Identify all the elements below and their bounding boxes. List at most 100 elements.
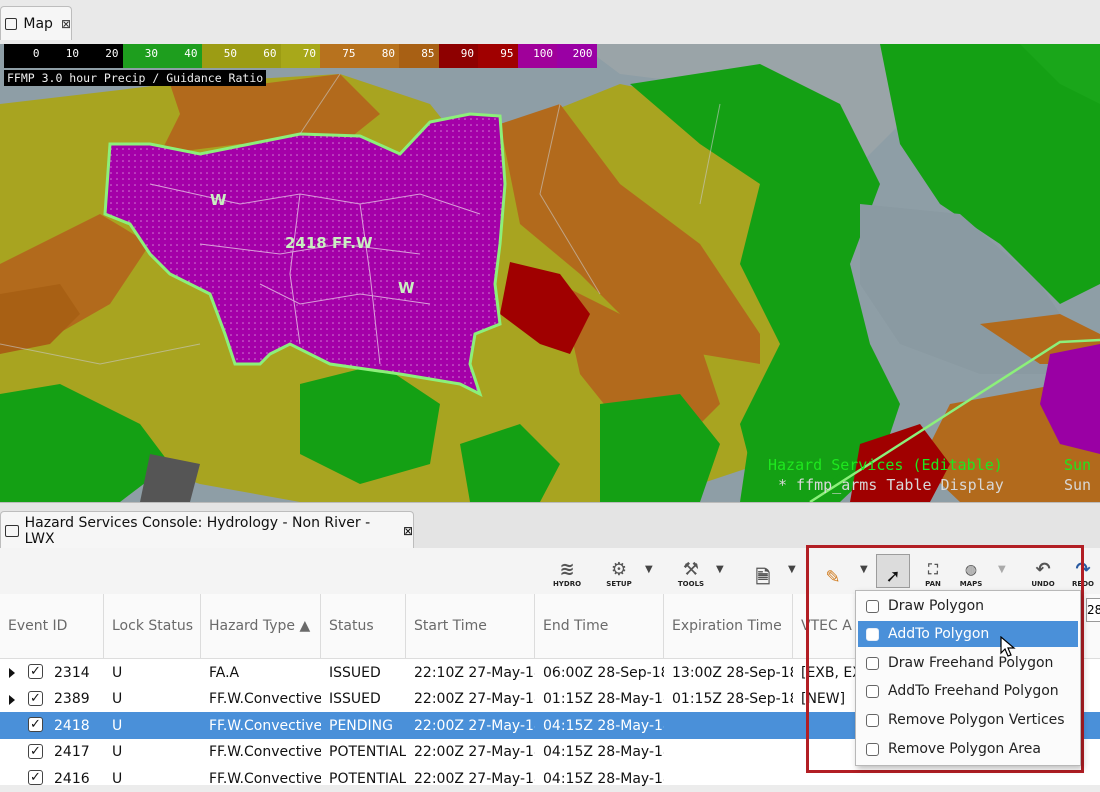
sun-legend-1: Sun <box>1064 456 1092 474</box>
legend-swatch: 85 <box>399 44 439 68</box>
tools-label: TOOLS <box>677 580 705 588</box>
hydro-label: HYDRO <box>552 580 582 588</box>
expand-row-icon[interactable] <box>9 694 15 705</box>
legend-value: 80 <box>381 47 395 60</box>
menu-item-addto-freehand-polygon[interactable]: AddTo Freehand Polygon <box>858 678 1078 704</box>
legend-value: 200 <box>572 47 593 60</box>
map-tab[interactable]: Map ⊠ <box>0 6 72 40</box>
legend-value: 50 <box>223 47 237 60</box>
cell-id: 2417 <box>54 744 90 760</box>
legend-swatch: 20 <box>83 44 123 68</box>
warning-marker-1: W <box>210 191 227 209</box>
console-tab[interactable]: Hazard Services Console: Hydrology - Non… <box>0 511 414 549</box>
map-tab-label: Map <box>23 15 53 32</box>
cell-lock: U <box>112 691 123 707</box>
cell-start: 22:00Z 27-May-18 <box>414 744 535 760</box>
legend-swatch: 90 <box>438 44 478 68</box>
checkbox[interactable] <box>866 742 879 756</box>
cell-end: 06:00Z 28-Sep-18 <box>543 664 664 681</box>
setup-label: SETUP <box>606 580 632 588</box>
mouse-cursor-icon <box>1000 636 1016 657</box>
legend-value: 90 <box>460 47 474 60</box>
legend-value: 20 <box>105 47 119 60</box>
legend-swatch: 30 <box>122 44 162 68</box>
menu-item-label: Draw Polygon <box>888 598 985 614</box>
document-button[interactable]: 🗎 <box>750 554 776 588</box>
column-header-lock-status[interactable]: Lock Status <box>104 594 201 658</box>
checkbox[interactable] <box>866 713 879 727</box>
menu-item-remove-polygon-vertices[interactable]: Remove Polygon Vertices <box>858 707 1078 733</box>
console-tab-bar: Hazard Services Console: Hydrology - Non… <box>0 502 1100 549</box>
legend-value: 100 <box>533 47 553 60</box>
cell-id: 2416 <box>54 770 90 787</box>
menu-item-addto-polygon[interactable]: AddTo Polygon <box>858 621 1078 647</box>
menu-item-label: Draw Freehand Polygon <box>888 655 1054 671</box>
document-dropdown-icon[interactable]: ▼ <box>788 564 796 575</box>
cell-exp: 13:00Z 28-Sep-18 <box>672 664 793 681</box>
row-checkbox[interactable]: ✓ <box>28 664 43 679</box>
hydro-button[interactable]: ≋ HYDRO <box>552 554 582 589</box>
legend-value: 95 <box>500 47 514 60</box>
cell-lock: U <box>112 770 123 787</box>
cell-exp: 01:15Z 28-Sep-18 <box>672 691 793 707</box>
checkbox[interactable] <box>866 684 879 698</box>
row-checkbox[interactable]: ✓ <box>28 690 43 706</box>
document-icon: 🗎 <box>755 567 771 588</box>
row-checkbox[interactable]: ✓ <box>28 770 43 785</box>
checkbox[interactable] <box>866 599 879 613</box>
sun-legend-2: Sun <box>1064 476 1092 494</box>
legend-swatch: 100 <box>517 44 557 68</box>
cell-status: PENDING <box>329 717 393 734</box>
column-header-status[interactable]: Status <box>321 594 406 658</box>
cell-end: 01:15Z 28-May-18 <box>543 691 664 707</box>
tools-dropdown-icon[interactable]: ▼ <box>716 564 724 575</box>
checkbox[interactable] <box>866 627 879 641</box>
row-checkbox[interactable]: ✓ <box>28 717 43 732</box>
column-header-expiration-time[interactable]: Expiration Time <box>664 594 793 658</box>
gear-icon: ⚙ <box>610 559 628 580</box>
map-view[interactable]: 0 10 20 30 40 50 60 70 75 80 85 90 95 100 200 FFMP 3.0… <box>0 44 1100 502</box>
legend-swatch: 75 <box>320 44 360 68</box>
cell-type: FF.W.Convective <box>209 770 321 787</box>
basin-map[interactable] <box>0 44 1100 502</box>
cell-id: 2389 <box>54 691 90 707</box>
cell-exp <box>664 739 793 766</box>
column-header-end-time[interactable]: End Time <box>535 594 664 658</box>
cell-status: ISSUED <box>329 691 381 707</box>
cell-type: FF.W.Convective <box>209 691 321 707</box>
menu-item-draw-freehand-polygon[interactable]: Draw Freehand Polygon <box>858 650 1078 676</box>
legend-value: 0 <box>32 47 40 60</box>
tools-button[interactable]: ⚒ TOOLS <box>676 554 706 589</box>
column-header-start-time[interactable]: Start Time <box>406 594 535 658</box>
time-field[interactable]: 28 <box>1086 598 1100 622</box>
cell-type: FA.A <box>209 664 240 681</box>
ffmp-table-legend: * ffmp_arms Table Display <box>778 476 1004 494</box>
cell-lock: U <box>112 744 123 760</box>
setup-dropdown-icon[interactable]: ▼ <box>645 564 653 575</box>
menu-item-remove-polygon-area[interactable]: Remove Polygon Area <box>858 736 1078 762</box>
column-header-hazard-type[interactable]: Hazard Type ▲ <box>201 594 321 658</box>
cell-id: 2418 <box>54 717 90 734</box>
menu-item-label: AddTo Freehand Polygon <box>888 683 1059 699</box>
setup-button[interactable]: ⚙ SETUP <box>604 554 634 589</box>
cell-status: ISSUED <box>329 664 381 681</box>
close-icon[interactable]: ⊠ <box>61 17 71 31</box>
menu-item-draw-polygon[interactable]: Draw Polygon <box>858 593 1078 619</box>
legend-swatch: 80 <box>359 44 399 68</box>
draw-polygon-menu: Draw Polygon AddTo Polygon Draw Freehand… <box>855 590 1081 766</box>
column-header-event-id[interactable]: Event ID <box>0 594 104 658</box>
console-tab-label: Hazard Services Console: Hydrology - Non… <box>24 514 371 547</box>
hydro-icon: ≋ <box>559 559 575 580</box>
legend-value: 40 <box>184 47 198 60</box>
checkbox[interactable] <box>866 656 879 670</box>
close-icon[interactable]: ⊠ <box>403 524 413 538</box>
expand-row-icon[interactable] <box>9 668 15 678</box>
legend-value: 70 <box>302 47 316 60</box>
cell-status: POTENTIAL <box>329 770 406 787</box>
hazard-services-legend: Hazard Services (Editable) <box>768 456 1003 474</box>
cell-status: POTENTIAL <box>329 744 406 760</box>
legend-swatch: 0 <box>4 44 44 68</box>
cell-start: 22:00Z 27-May-18 <box>414 717 535 734</box>
map-tab-bar: Map ⊠ <box>0 0 1100 45</box>
row-checkbox[interactable]: ✓ <box>28 743 43 759</box>
